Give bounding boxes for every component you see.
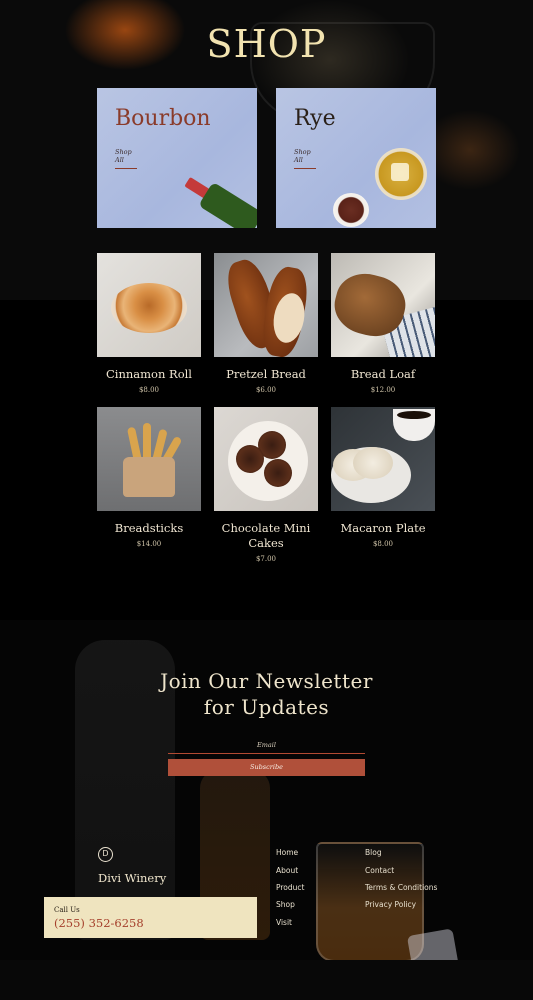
product-price: $8.00: [138, 386, 160, 394]
product-card[interactable]: Pretzel Bread $6.00: [214, 253, 318, 394]
footer-link-home[interactable]: Home: [276, 848, 298, 857]
product-name[interactable]: Chocolate Mini Cakes: [214, 521, 318, 551]
newsletter-title: Join Our Newsletter for Updates: [0, 668, 533, 720]
shop-title: SHOP: [206, 22, 327, 66]
product-card[interactable]: Macaron Plate $8.00: [331, 407, 435, 548]
product-image-cinnamon-roll[interactable]: [97, 253, 201, 357]
product-image-chocolate-mini-cakes[interactable]: [214, 407, 318, 511]
newsletter-title-line2: for Updates: [203, 695, 330, 719]
product-card[interactable]: Bread Loaf $12.00: [331, 253, 435, 394]
category-name: Rye: [294, 106, 336, 131]
email-field-underline: [168, 753, 365, 754]
product-name[interactable]: Macaron Plate: [331, 521, 435, 536]
email-field[interactable]: Email: [168, 741, 365, 749]
subscribe-button[interactable]: Subscribe: [168, 759, 365, 776]
footer-link-contact[interactable]: Contact: [365, 866, 394, 875]
footer-link-blog[interactable]: Blog: [365, 848, 382, 857]
ice-image: [391, 163, 409, 181]
newsletter-title-line1: Join Our Newsletter: [160, 669, 373, 693]
shop-all-link[interactable]: Shop All: [115, 148, 137, 169]
product-image-macaron-plate[interactable]: [331, 407, 435, 511]
nut-bowl-image: [333, 193, 369, 227]
product-image-breadsticks[interactable]: [97, 407, 201, 511]
footer-link-visit[interactable]: Visit: [276, 918, 292, 927]
shop-all-link[interactable]: Shop All: [294, 148, 316, 169]
product-card[interactable]: Chocolate Mini Cakes $7.00: [214, 407, 318, 563]
product-image-pretzel-bread[interactable]: [214, 253, 318, 357]
call-us-label: Call Us: [54, 906, 80, 914]
product-name[interactable]: Cinnamon Roll: [97, 367, 201, 382]
product-card[interactable]: Breadsticks $14.00: [97, 407, 201, 548]
divi-logo-icon[interactable]: D: [98, 847, 113, 862]
brand-name: Divi Winery: [98, 871, 167, 885]
category-card-bourbon[interactable]: Bourbon Shop All: [97, 88, 257, 228]
table-surface: [0, 960, 533, 1000]
product-name[interactable]: Pretzel Bread: [214, 367, 318, 382]
product-price: $12.00: [370, 386, 396, 394]
product-image-bread-loaf[interactable]: [331, 253, 435, 357]
product-price: $8.00: [372, 540, 394, 548]
product-card[interactable]: Cinnamon Roll $8.00: [97, 253, 201, 394]
phone-number[interactable]: (255) 352-6258: [54, 916, 144, 930]
footer-link-about[interactable]: About: [276, 866, 298, 875]
footer-link-shop[interactable]: Shop: [276, 900, 295, 909]
footer-link-privacy[interactable]: Privacy Policy: [365, 900, 416, 909]
footer-link-terms[interactable]: Terms & Conditions: [365, 883, 437, 892]
product-name[interactable]: Breadsticks: [97, 521, 201, 536]
footer-link-product[interactable]: Product: [276, 883, 304, 892]
product-price: $7.00: [255, 555, 277, 563]
product-price: $14.00: [136, 540, 162, 548]
bottle-image: [180, 170, 257, 228]
product-name[interactable]: Bread Loaf: [331, 367, 435, 382]
category-name: Bourbon: [115, 106, 211, 131]
product-price: $6.00: [255, 386, 277, 394]
category-card-rye[interactable]: Rye Shop All: [276, 88, 436, 228]
